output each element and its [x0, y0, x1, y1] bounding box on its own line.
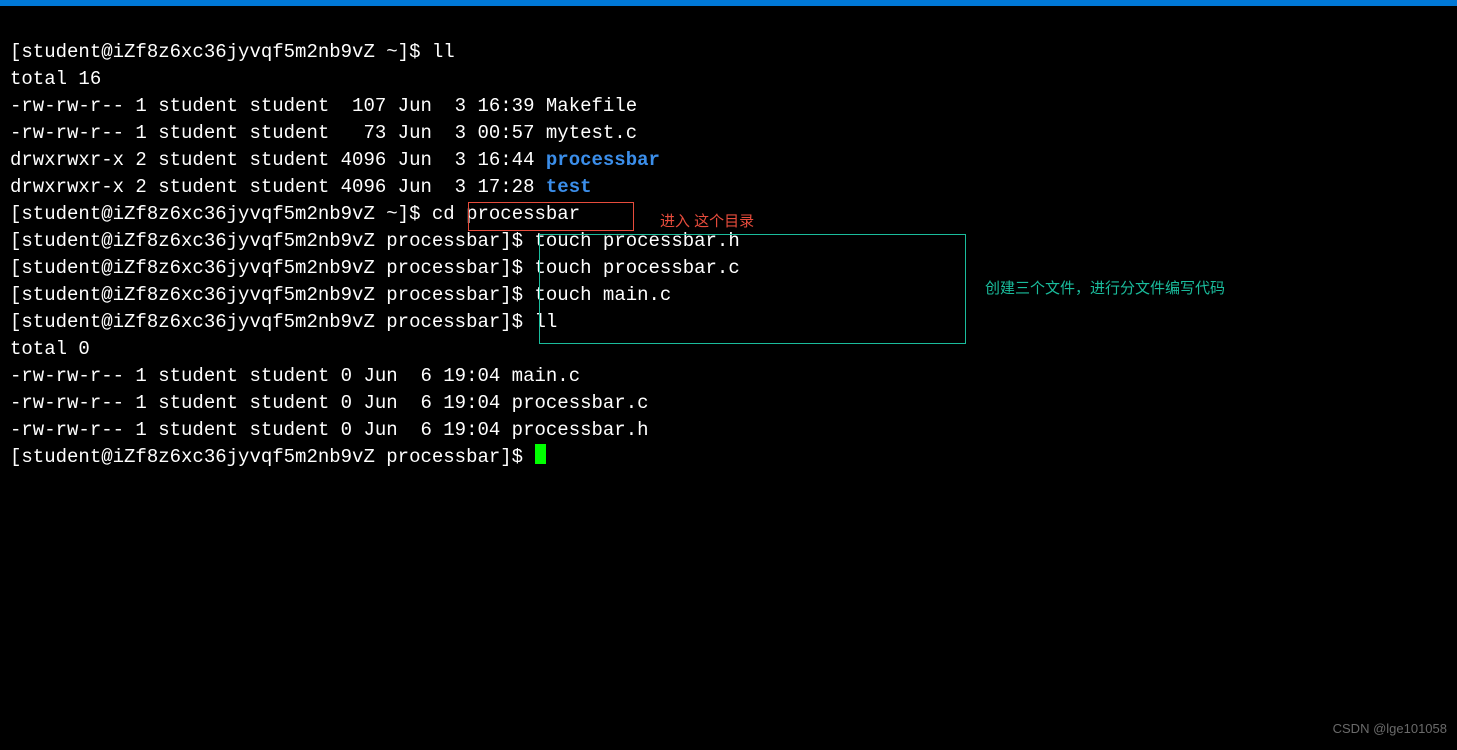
output-line: total 16: [10, 68, 101, 90]
output-line: drwxrwxr-x 2 student student 4096 Jun 3 …: [10, 149, 546, 171]
prompt: [student@iZf8z6xc36jyvqf5m2nb9vZ process…: [10, 257, 535, 279]
output-line: -rw-rw-r-- 1 student student 73 Jun 3 00…: [10, 122, 637, 144]
output-line: total 0: [10, 338, 90, 360]
command-text: touch processbar.h: [535, 230, 740, 252]
terminal-cursor: [535, 444, 546, 464]
output-line: drwxrwxr-x 2 student student 4096 Jun 3 …: [10, 176, 546, 198]
command-text: touch main.c: [535, 284, 672, 306]
command-text: ll: [535, 311, 558, 333]
output-line: -rw-rw-r-- 1 student student 0 Jun 6 19:…: [10, 419, 649, 441]
output-line: -rw-rw-r-- 1 student student 0 Jun 6 19:…: [10, 392, 649, 414]
prompt: [student@iZf8z6xc36jyvqf5m2nb9vZ ~]$: [10, 203, 432, 225]
output-line: -rw-rw-r-- 1 student student 0 Jun 6 19:…: [10, 365, 580, 387]
output-line: -rw-rw-r-- 1 student student 107 Jun 3 1…: [10, 95, 637, 117]
command-text: ll: [432, 41, 455, 63]
prompt: [student@iZf8z6xc36jyvqf5m2nb9vZ ~]$: [10, 41, 432, 63]
prompt: [student@iZf8z6xc36jyvqf5m2nb9vZ process…: [10, 446, 535, 468]
watermark: CSDN @lge101058: [1333, 715, 1447, 742]
prompt: [student@iZf8z6xc36jyvqf5m2nb9vZ process…: [10, 284, 535, 306]
command-text: touch processbar.c: [535, 257, 740, 279]
terminal-output[interactable]: [student@iZf8z6xc36jyvqf5m2nb9vZ ~]$ ll …: [0, 6, 1457, 471]
directory-name: test: [546, 176, 592, 198]
command-text: cd processbar: [432, 203, 580, 225]
prompt: [student@iZf8z6xc36jyvqf5m2nb9vZ process…: [10, 230, 535, 252]
directory-name: processbar: [546, 149, 660, 171]
prompt: [student@iZf8z6xc36jyvqf5m2nb9vZ process…: [10, 311, 535, 333]
